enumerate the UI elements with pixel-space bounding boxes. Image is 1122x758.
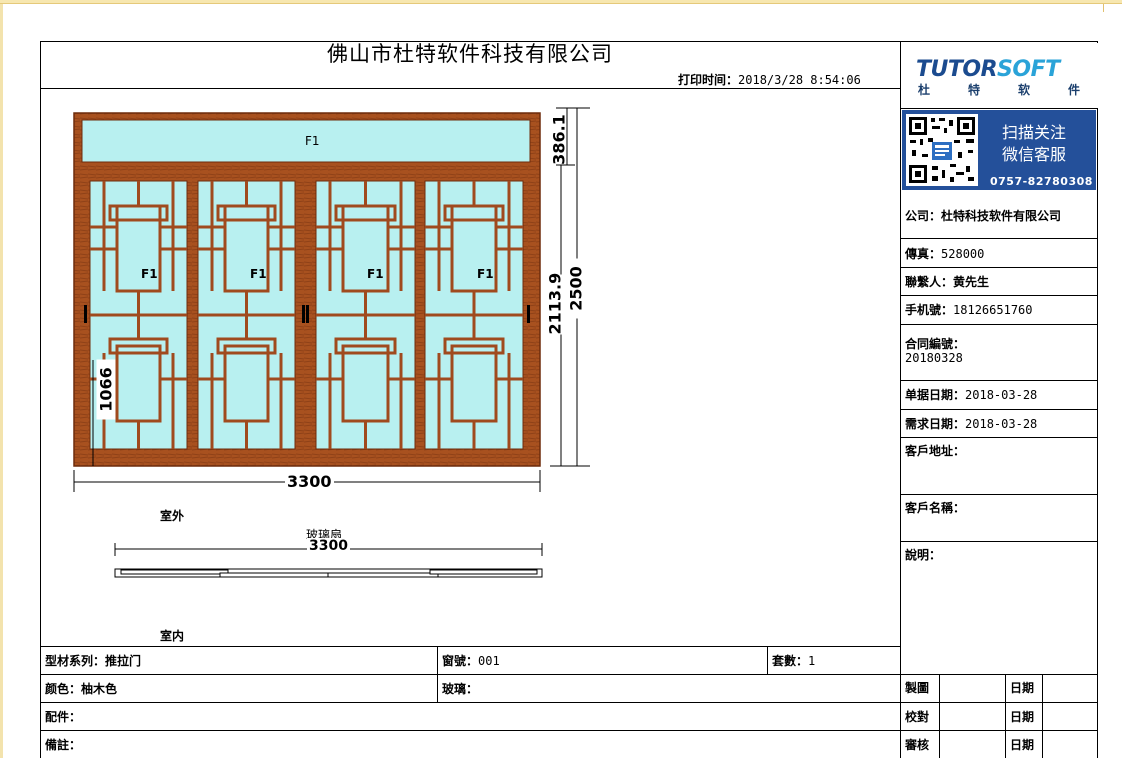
handle-height-dimension: 1066 bbox=[96, 359, 116, 420]
right-sep bbox=[900, 380, 1098, 381]
section-width-dimension: 3300 bbox=[307, 538, 350, 554]
logo-wordmark: TUTORSOFT bbox=[916, 57, 1060, 82]
right-sep bbox=[900, 409, 1098, 410]
door-handle-icon bbox=[84, 305, 87, 323]
doc-date-field: 单据日期：2018-03-28 bbox=[905, 388, 1038, 402]
app-left-border bbox=[0, 4, 3, 758]
total-height-dimension: 2500 bbox=[566, 258, 586, 319]
service-phone: 0757-82780308 bbox=[990, 175, 1093, 188]
section-sash bbox=[327, 572, 439, 578]
glass-field: 玻璃： bbox=[442, 682, 479, 696]
door-handle-icon bbox=[306, 305, 309, 323]
right-sep bbox=[900, 494, 1098, 495]
review-label: 審核 bbox=[905, 738, 930, 752]
window-corner bbox=[1103, 4, 1122, 12]
door-handle-icon bbox=[527, 305, 530, 323]
check-label: 校對 bbox=[905, 710, 930, 724]
color-field: 颜色：柚木色 bbox=[45, 682, 118, 696]
section-sash bbox=[120, 569, 229, 575]
lower-height-dimension: 2113.9 bbox=[545, 272, 565, 335]
wechat-qr-panel: 扫描关注 微信客服 0757-82780308 bbox=[902, 110, 1096, 190]
section-sash bbox=[429, 569, 538, 575]
draw-label: 製圖 bbox=[905, 681, 930, 695]
right-sep bbox=[900, 324, 1098, 325]
top-height-dimension: 386.1 bbox=[549, 114, 569, 165]
top-pane-label: F1 bbox=[305, 134, 320, 148]
contract-value: 20180328 bbox=[905, 351, 963, 365]
pane-label: F1 bbox=[367, 267, 384, 281]
address-label: 客戶地址： bbox=[905, 444, 966, 458]
right-panel-divider bbox=[900, 41, 901, 758]
sets-field: 套數：1 bbox=[772, 654, 816, 668]
section-sash bbox=[219, 572, 331, 578]
req-date-field: 需求日期：2018-03-28 bbox=[905, 417, 1038, 431]
app-top-border bbox=[0, 0, 1122, 4]
review-date-label: 日期 bbox=[1010, 738, 1035, 752]
note-label: 說明： bbox=[905, 548, 942, 562]
door-handle-icon bbox=[302, 305, 305, 323]
right-sep bbox=[900, 267, 1098, 268]
mobile-field: 手机號：18126651760 bbox=[905, 303, 1033, 317]
pane-label: F1 bbox=[250, 267, 267, 281]
remarks-field: 備註： bbox=[45, 738, 82, 752]
print-time: 打印时间：2018/3/28 8:54:06 bbox=[678, 73, 861, 87]
company-logo: TUTORSOFT 杜特软件 bbox=[902, 43, 1098, 108]
company-field: 公司：杜特科技软件有限公司 bbox=[905, 209, 1062, 223]
sign-col bbox=[1042, 674, 1043, 758]
inside-label: 室内 bbox=[160, 629, 185, 643]
right-sep bbox=[900, 437, 1098, 438]
contract-label: 合同編號： bbox=[905, 337, 966, 351]
draw-date-label: 日期 bbox=[1010, 681, 1035, 695]
right-sep bbox=[900, 295, 1098, 296]
window-no-field: 窗號：001 bbox=[442, 654, 500, 668]
customer-label: 客戶名稱： bbox=[905, 501, 966, 515]
profile-series-field: 型材系列：推拉门 bbox=[45, 654, 142, 668]
footer-col bbox=[437, 646, 438, 702]
footer-col bbox=[767, 646, 768, 674]
qr-caption: 扫描关注 微信客服 bbox=[1002, 123, 1067, 164]
footer-sep bbox=[40, 646, 901, 647]
accessories-field: 配件： bbox=[45, 710, 82, 724]
sign-col bbox=[1005, 674, 1006, 758]
pane-label: F1 bbox=[477, 267, 494, 281]
fax-field: 傳真：528000 bbox=[905, 247, 985, 261]
header-divider bbox=[40, 88, 901, 89]
page-title: 佛山市杜特软件科技有限公司 bbox=[327, 42, 613, 66]
logo-chinese: 杜特软件 bbox=[918, 83, 1080, 97]
width-dimension: 3300 bbox=[285, 472, 334, 491]
pane-label: F1 bbox=[141, 267, 158, 281]
right-sep bbox=[900, 541, 1098, 542]
door-elevation-drawing bbox=[73, 107, 590, 578]
right-sep bbox=[900, 238, 1098, 239]
contact-field: 聯繫人：黄先生 bbox=[905, 275, 990, 289]
right-sep bbox=[900, 108, 1098, 109]
qr-code-icon bbox=[906, 114, 978, 186]
check-date-label: 日期 bbox=[1010, 710, 1035, 724]
sign-col bbox=[939, 674, 940, 758]
